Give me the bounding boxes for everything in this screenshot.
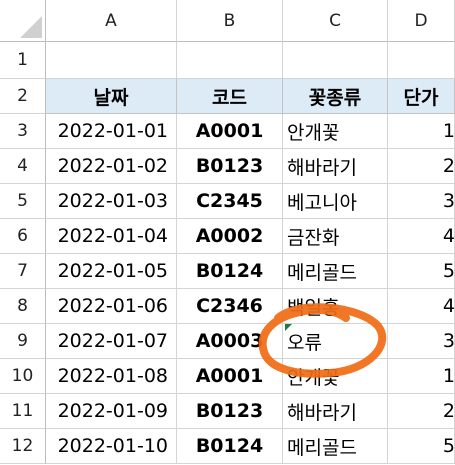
cell-code[interactable]: C2345 xyxy=(177,184,283,219)
cell-grid: A B C D 1 2 날짜 코드 꽃종류 단가 3 2022-01-01 A0001 안개꽃 1 4 2022… xyxy=(0,0,455,464)
cell-a1[interactable] xyxy=(46,42,177,79)
row-header-6[interactable]: 6 xyxy=(0,219,46,254)
column-header-d[interactable]: D xyxy=(388,0,455,42)
cell-date[interactable]: 2022-01-02 xyxy=(46,149,177,184)
cell-date[interactable]: 2022-01-08 xyxy=(46,359,177,394)
price-value: 1 xyxy=(442,365,455,387)
cell-flower[interactable]: 안개꽃 xyxy=(283,114,388,149)
cell-code[interactable]: B0124 xyxy=(177,254,283,289)
cell-price[interactable]: 5 xyxy=(388,254,455,289)
cell-code[interactable]: B0123 xyxy=(177,149,283,184)
cell-flower[interactable]: 오류 xyxy=(283,324,388,359)
cell-flower[interactable]: 안개꽃 xyxy=(283,359,388,394)
cell-date[interactable]: 2022-01-07 xyxy=(46,324,177,359)
column-header-a[interactable]: A xyxy=(46,0,177,42)
cell-price[interactable]: 1 xyxy=(388,114,455,149)
row-header-12[interactable]: 12 xyxy=(0,429,46,464)
cell-code[interactable]: A0001 xyxy=(177,114,283,149)
cell-code[interactable]: A0003 xyxy=(177,324,283,359)
price-value: 4 xyxy=(442,225,455,247)
header-cell-price[interactable]: 단가 xyxy=(388,79,455,114)
select-all-icon xyxy=(20,16,42,38)
cell-date[interactable]: 2022-01-06 xyxy=(46,289,177,324)
header-cell-date[interactable]: 날짜 xyxy=(46,79,177,114)
row-header-9[interactable]: 9 xyxy=(0,324,46,359)
cell-d1[interactable] xyxy=(388,42,455,79)
cell-date[interactable]: 2022-01-05 xyxy=(46,254,177,289)
cell-code[interactable]: A0002 xyxy=(177,219,283,254)
cell-price[interactable]: 4 xyxy=(388,289,455,324)
cell-flower[interactable]: 메리골드 xyxy=(283,254,388,289)
cell-flower[interactable]: 금잔화 xyxy=(283,219,388,254)
cell-flower[interactable]: 베고니아 xyxy=(283,184,388,219)
cell-date[interactable]: 2022-01-01 xyxy=(46,114,177,149)
price-value: 3 xyxy=(442,190,455,212)
row-header-10[interactable]: 10 xyxy=(0,359,46,394)
header-cell-flower[interactable]: 꽃종류 xyxy=(283,79,388,114)
cell-code[interactable]: B0123 xyxy=(177,394,283,429)
cell-price[interactable]: 4 xyxy=(388,219,455,254)
cell-code[interactable]: A0001 xyxy=(177,359,283,394)
column-header-c[interactable]: C xyxy=(283,0,388,42)
price-value: 5 xyxy=(442,260,455,282)
cell-price[interactable]: 3 xyxy=(388,324,455,359)
row-header-1[interactable]: 1 xyxy=(0,42,46,79)
cell-b1[interactable] xyxy=(177,42,283,79)
cell-date[interactable]: 2022-01-03 xyxy=(46,184,177,219)
select-all-corner[interactable] xyxy=(0,0,46,42)
cell-price[interactable]: 3 xyxy=(388,184,455,219)
spreadsheet: A B C D 1 2 날짜 코드 꽃종류 단가 3 2022-01-01 A0001 안개꽃 1 4 2022… xyxy=(0,0,455,465)
cell-flower[interactable]: 해바라기 xyxy=(283,394,388,429)
cell-flower[interactable]: 백일홍 xyxy=(283,289,388,324)
row-header-2[interactable]: 2 xyxy=(0,79,46,114)
row-header-11[interactable]: 11 xyxy=(0,394,46,429)
cell-price[interactable]: 1 xyxy=(388,359,455,394)
cell-date[interactable]: 2022-01-04 xyxy=(46,219,177,254)
price-value: 3 xyxy=(442,330,455,352)
cell-code[interactable]: C2346 xyxy=(177,289,283,324)
row-header-5[interactable]: 5 xyxy=(0,184,46,219)
price-value: 2 xyxy=(442,155,455,177)
cell-date[interactable]: 2022-01-10 xyxy=(46,429,177,464)
header-cell-code[interactable]: 코드 xyxy=(177,79,283,114)
error-indicator-icon[interactable] xyxy=(285,324,292,331)
cell-date[interactable]: 2022-01-09 xyxy=(46,394,177,429)
price-value: 1 xyxy=(442,120,455,142)
price-value: 4 xyxy=(442,295,455,317)
row-header-4[interactable]: 4 xyxy=(0,149,46,184)
row-header-8[interactable]: 8 xyxy=(0,289,46,324)
row-header-3[interactable]: 3 xyxy=(0,114,46,149)
cell-c1[interactable] xyxy=(283,42,388,79)
cell-price[interactable]: 2 xyxy=(388,394,455,429)
cell-price[interactable]: 2 xyxy=(388,149,455,184)
cell-flower[interactable]: 메리골드 xyxy=(283,429,388,464)
cell-code[interactable]: B0124 xyxy=(177,429,283,464)
row-header-7[interactable]: 7 xyxy=(0,254,46,289)
cell-price[interactable]: 5 xyxy=(388,429,455,464)
cell-flower[interactable]: 해바라기 xyxy=(283,149,388,184)
price-value: 5 xyxy=(442,435,455,457)
price-value: 2 xyxy=(442,400,455,422)
column-header-b[interactable]: B xyxy=(177,0,283,42)
